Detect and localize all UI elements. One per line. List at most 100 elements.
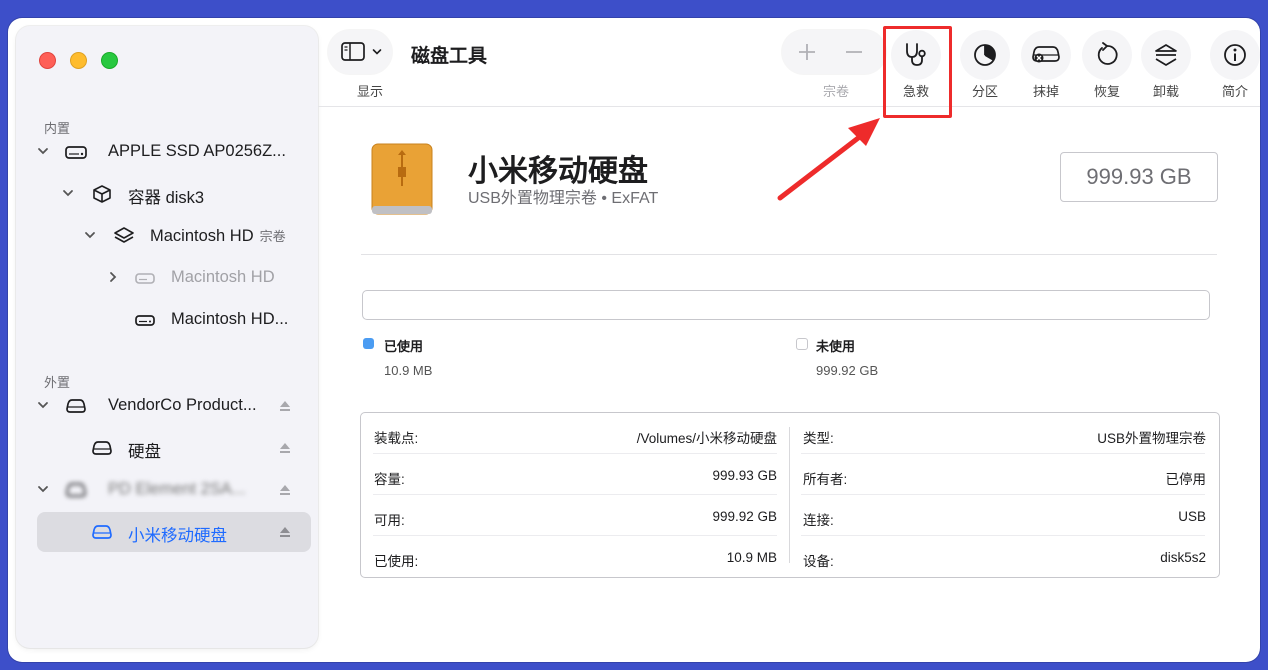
unmount-button[interactable] [1141,30,1191,80]
info-icon [1224,44,1246,66]
header-divider [361,254,1217,255]
sidebar-item-xiaomi-drive[interactable]: 小米移动硬盘 [37,512,311,552]
used-legend-swatch [363,338,374,349]
restore-arrow-icon [1097,42,1118,65]
partition-button[interactable] [960,30,1010,80]
external-disk-icon [66,483,86,497]
minimize-window-button[interactable] [70,52,87,69]
row-divider [373,453,777,454]
first-aid-highlight-box [883,26,952,118]
unmount-label: 卸载 [1152,84,1179,99]
info-column-separator [789,427,790,563]
info-label: 简介 [1221,84,1248,99]
sidebar-item-label: 容器 disk3 [128,189,205,207]
disk-utility-window: 内置 APPLE SSD AP0256Z... 容器 disk3 Macinto… [8,18,1260,662]
sidebar-item-label: APPLE SSD AP0256Z... [108,142,286,160]
minus-icon[interactable] [844,42,864,62]
sidebar-item-label: Macintosh HD 宗卷 [150,227,286,245]
sidebar: 内置 APPLE SSD AP0256Z... 容器 disk3 Macinto… [16,26,318,648]
external-volume-icon [92,525,112,539]
sidebar-item-volume-group[interactable]: Macintosh HD 宗卷 [28,216,304,256]
usage-bar [362,290,1210,320]
sidebar-item-label: VendorCo Product... [108,396,257,414]
annotation-arrow-icon [777,118,880,201]
volume-description: USB外置物理宗卷 • ExFAT [468,190,659,207]
chevron-down-icon [372,49,382,55]
capacity-display: 999.93 GB [1060,152,1218,202]
sidebar-item-label: 小米移动硬盘 [128,527,227,545]
sidebar-item-macintosh-hd-snapshot[interactable]: Macintosh HD [28,258,304,298]
free-legend-label: 未使用 [816,339,856,354]
info-value-mount-point: /Volumes/小米移动硬盘 [636,431,777,446]
free-legend-swatch [796,338,808,350]
volume-disk-icon [135,273,155,284]
view-label: 显示 [356,84,383,99]
eject-icon[interactable] [278,525,292,539]
row-divider [801,494,1205,495]
info-key-used: 已使用: [374,554,419,569]
sidebar-item-label: Macintosh HD... [171,310,289,328]
info-key-capacity: 容量: [374,472,405,487]
info-table: 装载点: /Volumes/小米移动硬盘 容量: 999.93 GB 可用: 9… [360,412,1220,578]
sidebar-item-pd-element[interactable]: PD Element 2SA... [28,470,304,510]
info-value-available: 999.92 GB [712,509,777,524]
info-key-type: 类型: [803,431,834,446]
info-key-mount-point: 装载点: [374,431,419,446]
sidebar-item-hard-disk[interactable]: 硬盘 [28,428,304,468]
sidebar-item-macintosh-hd-data[interactable]: Macintosh HD... [28,300,304,340]
restore-button[interactable] [1082,30,1132,80]
sidebar-item-apple-ssd[interactable]: APPLE SSD AP0256Z... [28,132,304,172]
unmount-icon [1155,44,1177,66]
info-button[interactable] [1210,30,1260,80]
chevron-down-icon[interactable] [36,398,50,412]
volume-disk-icon [135,315,155,326]
chevron-down-icon[interactable] [83,228,97,242]
used-legend-label: 已使用 [384,339,424,354]
info-key-device: 设备: [803,554,834,569]
free-legend-value: 999.92 GB [816,363,879,378]
eject-icon[interactable] [278,441,292,455]
info-value-used: 10.9 MB [726,550,777,565]
app-title: 磁盘工具 [411,46,488,67]
erase-button[interactable] [1021,30,1071,80]
chevron-down-icon[interactable] [61,186,75,200]
info-key-owners: 所有者: [803,472,848,487]
row-divider [801,535,1205,536]
toolbar: 显示 磁盘工具 宗卷 急救 分区 抹掉 恢复 卸载 简介 [318,18,1260,107]
volume-add-remove-group [782,30,886,74]
row-divider [801,453,1205,454]
volume-group-tag: 宗卷 [259,229,286,244]
chevron-down-icon[interactable] [36,482,50,496]
sidebar-toggle-icon [341,42,365,61]
erase-disk-icon [1032,46,1060,63]
layers-icon [114,227,134,243]
sidebar-item-container[interactable]: 容器 disk3 [28,174,304,214]
sidebar-view-button[interactable] [328,30,392,74]
close-window-button[interactable] [39,52,56,69]
used-legend-value: 10.9 MB [384,363,433,378]
partition-label: 分区 [971,84,998,99]
info-value-capacity: 999.93 GB [712,468,777,483]
row-divider [373,494,777,495]
row-divider [373,535,777,536]
restore-label: 恢复 [1093,84,1120,99]
internal-disk-icon [65,146,87,159]
external-volume-icon [92,441,112,455]
sidebar-item-label: PD Element 2SA... [108,480,246,498]
info-key-connection: 连接: [803,513,834,528]
eject-icon[interactable] [278,399,292,413]
chevron-down-icon[interactable] [36,144,50,158]
sidebar-item-label: Macintosh HD [171,268,275,286]
chevron-right-icon[interactable] [106,270,120,284]
zoom-window-button[interactable] [101,52,118,69]
volume-label: 宗卷 [822,84,849,99]
info-value-owners: 已停用 [1165,472,1207,487]
external-disk-icon [66,399,86,413]
container-cube-icon [93,185,111,203]
plus-icon[interactable] [797,42,817,62]
sidebar-item-label: 硬盘 [128,443,161,461]
eject-icon[interactable] [278,483,292,497]
info-value-connection: USB [1178,509,1206,524]
sidebar-item-vendorco[interactable]: VendorCo Product... [28,386,304,426]
usb-drive-icon [371,143,433,215]
